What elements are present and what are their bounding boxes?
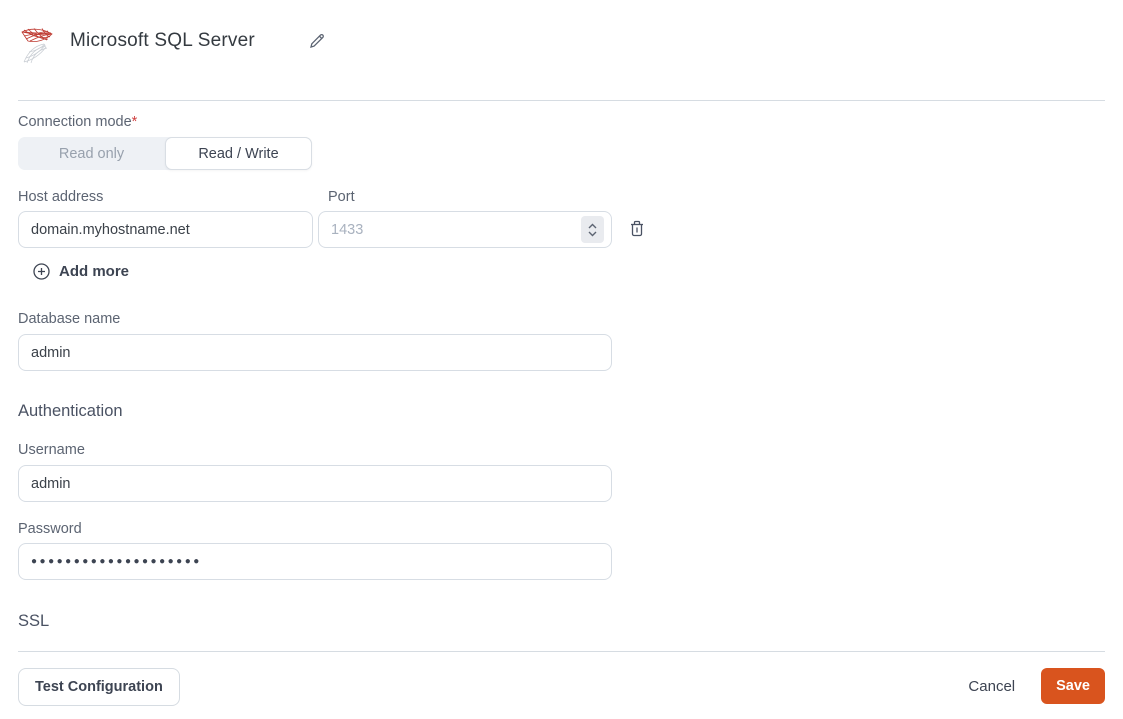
header-divider — [18, 100, 1105, 101]
username-label: Username — [18, 442, 85, 458]
number-stepper[interactable] — [581, 216, 604, 243]
test-configuration-button[interactable]: Test Configuration — [18, 668, 180, 706]
add-more-button[interactable]: Add more — [33, 263, 129, 280]
port-input[interactable] — [318, 211, 612, 248]
footer-actions: Cancel Save — [968, 668, 1105, 704]
ssl-heading: SSL — [18, 612, 50, 630]
save-button[interactable]: Save — [1041, 668, 1105, 704]
password-label: Password — [18, 521, 82, 537]
required-asterisk: * — [131, 114, 138, 130]
connection-mode-label: Connection mode* — [18, 114, 138, 130]
add-more-label: Add more — [59, 263, 130, 280]
host-address-label: Host address — [18, 189, 104, 205]
username-input[interactable] — [18, 465, 612, 502]
password-input[interactable] — [18, 543, 612, 580]
database-name-label: Database name — [18, 311, 121, 327]
trash-icon[interactable] — [628, 219, 648, 239]
database-name-input[interactable] — [18, 334, 612, 371]
footer-divider — [18, 651, 1105, 652]
plus-circle-icon — [33, 263, 50, 280]
port-label: Port — [328, 189, 355, 205]
sql-server-logo-icon — [20, 22, 58, 64]
cancel-button[interactable]: Cancel — [968, 678, 1015, 695]
database-connection-form: Microsoft SQL Server Connection mode* Re… — [0, 0, 1123, 719]
authentication-heading: Authentication — [18, 402, 123, 420]
toggle-option-read-only[interactable]: Read only — [18, 137, 165, 170]
page-title: Microsoft SQL Server — [70, 30, 255, 51]
connection-mode-toggle: Read only Read / Write — [18, 137, 312, 170]
toggle-option-read-write[interactable]: Read / Write — [165, 137, 312, 170]
pencil-icon[interactable] — [307, 31, 327, 51]
chevron-down-icon — [588, 231, 597, 236]
host-address-input[interactable] — [18, 211, 313, 248]
chevron-up-icon — [588, 223, 597, 228]
